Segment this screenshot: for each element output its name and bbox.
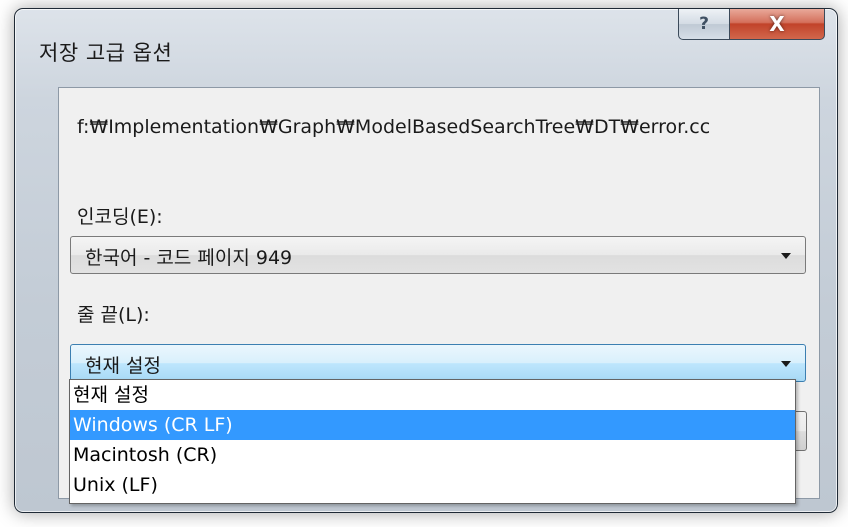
encoding-combobox[interactable]: 한국어 - 코드 페이지 949	[70, 236, 806, 274]
chevron-down-icon	[781, 361, 791, 367]
file-path: f:₩Implementation₩Graph₩ModelBasedSearch…	[77, 116, 711, 138]
line-endings-dropdown-list[interactable]: 현재 설정 Windows (CR LF) Macintosh (CR) Uni…	[69, 379, 796, 504]
dropdown-option[interactable]: Unix (LF)	[70, 470, 795, 500]
encoding-value: 한국어 - 코드 페이지 949	[85, 247, 293, 269]
encoding-label: 인코딩(E):	[77, 206, 163, 228]
dropdown-option[interactable]: 현재 설정	[70, 380, 795, 410]
dropdown-option-highlighted[interactable]: Windows (CR LF)	[70, 410, 795, 440]
line-endings-value: 현재 설정	[85, 355, 161, 377]
close-button[interactable]: X	[730, 9, 825, 40]
caption-buttons: ? X	[678, 9, 825, 40]
line-endings-combobox[interactable]: 현재 설정	[70, 344, 806, 382]
line-endings-label: 줄 끝(L):	[77, 304, 150, 326]
dropdown-option[interactable]: Macintosh (CR)	[70, 440, 795, 470]
close-icon: X	[769, 12, 785, 36]
help-icon: ?	[699, 14, 709, 34]
dialog-title: 저장 고급 옵션	[39, 41, 173, 65]
chevron-down-icon	[781, 253, 791, 259]
help-button[interactable]: ?	[678, 9, 730, 40]
